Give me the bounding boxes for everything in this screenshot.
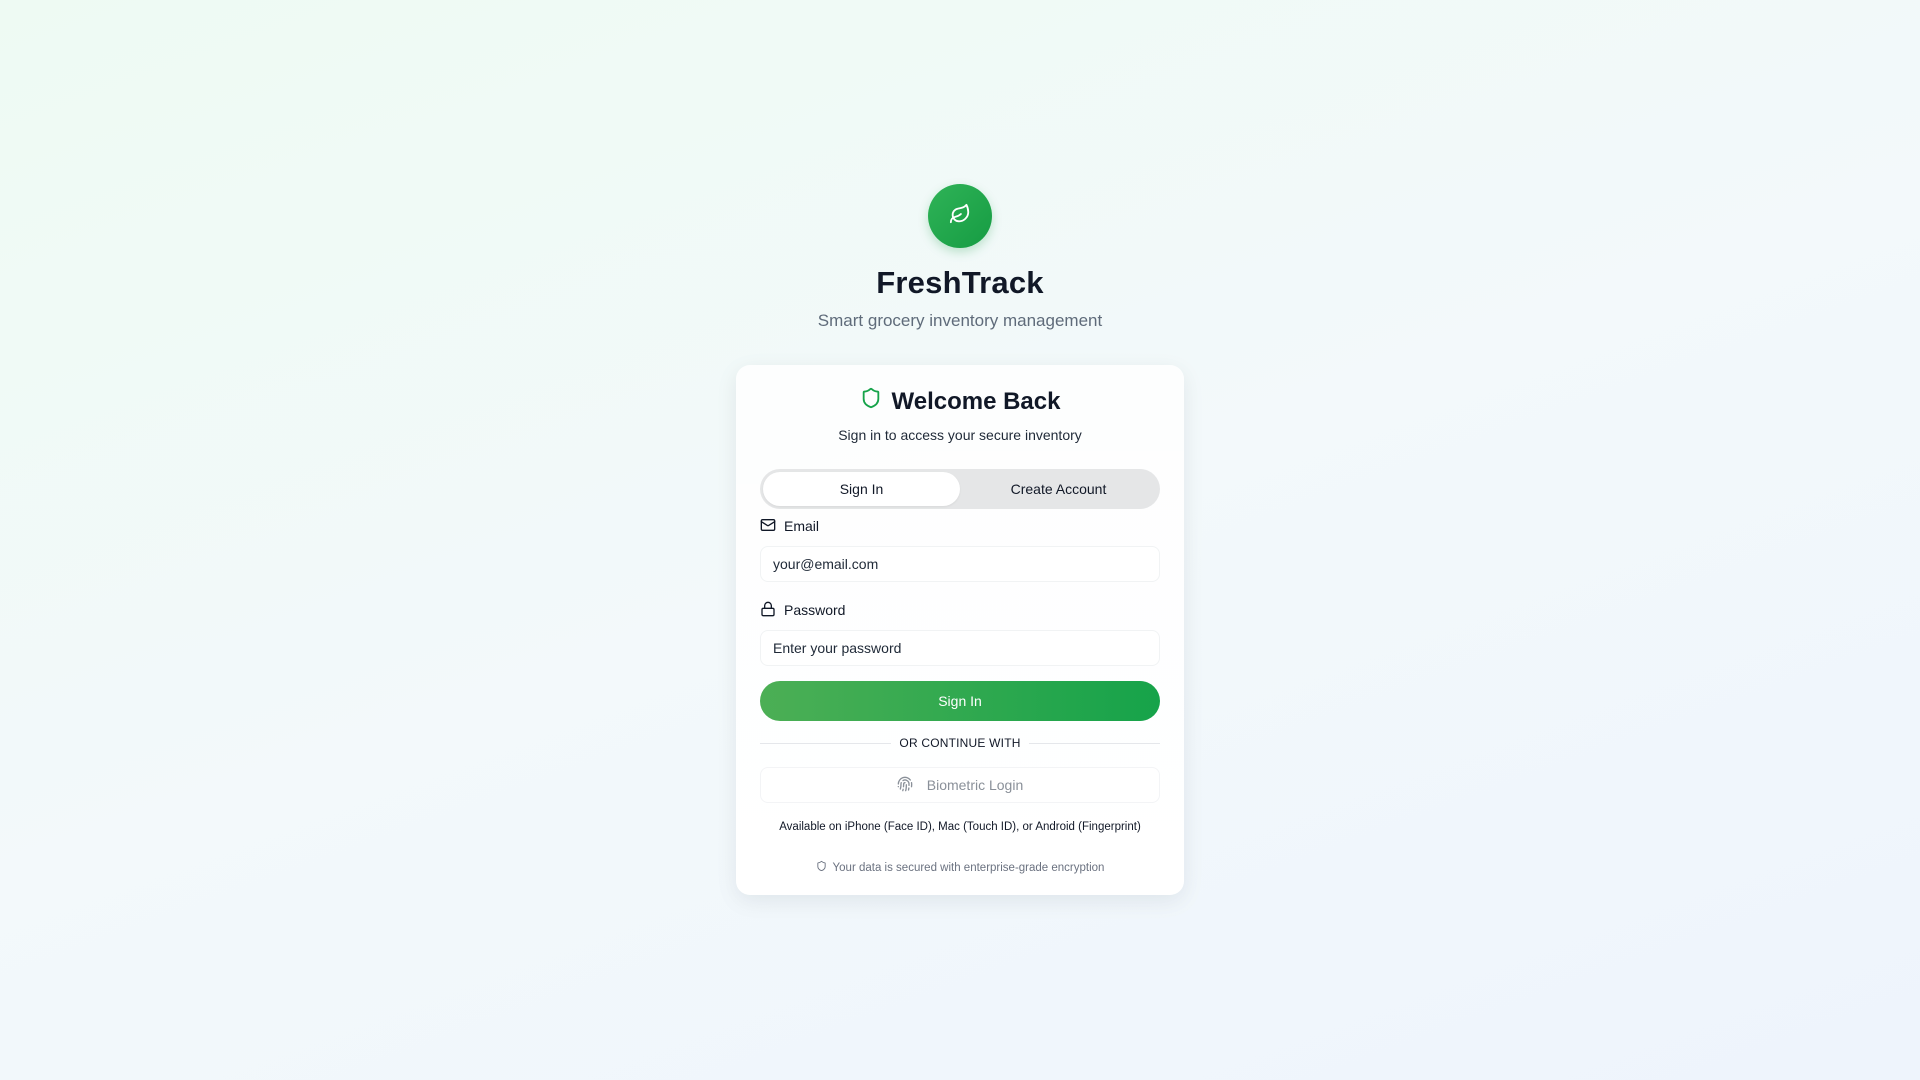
- biometric-login-label: Biometric Login: [926, 777, 1024, 793]
- mail-icon: [760, 517, 776, 536]
- card-title-text: Welcome Back: [891, 387, 1061, 415]
- app-logo: [928, 184, 992, 248]
- divider-text: OR CONTINUE WITH: [899, 736, 1021, 750]
- shield-icon: [816, 860, 827, 876]
- biometric-login-button[interactable]: Biometric Login: [760, 767, 1160, 803]
- divider-line: [760, 742, 892, 744]
- fingerprint-icon: [897, 776, 913, 795]
- tab-create-account[interactable]: Create Account: [960, 472, 1157, 506]
- tab-sign-in[interactable]: Sign In: [763, 472, 960, 506]
- leaf-icon: [949, 203, 971, 230]
- auth-tabs: Sign In Create Account: [760, 469, 1160, 509]
- email-label: Email: [760, 517, 1160, 535]
- password-field[interactable]: [760, 630, 1160, 666]
- divider-line: [1028, 742, 1161, 744]
- password-label: Password: [760, 601, 1160, 619]
- sign-in-button[interactable]: Sign In: [760, 681, 1160, 721]
- email-field[interactable]: [760, 546, 1160, 582]
- brand-header: FreshTrack Smart grocery inventory manag…: [0, 184, 1920, 331]
- security-note: Your data is secured with enterprise-gra…: [760, 860, 1160, 876]
- lock-icon: [760, 601, 776, 620]
- email-label-text: Email: [784, 518, 820, 534]
- card-subtitle: Sign in to access your secure inventory: [838, 427, 1082, 443]
- shield-icon: [860, 386, 882, 417]
- login-card: Welcome Back Sign in to access your secu…: [736, 365, 1184, 895]
- app-tagline: Smart grocery inventory management: [817, 311, 1103, 330]
- card-header: Welcome Back Sign in to access your secu…: [760, 365, 1160, 444]
- biometric-availability-note: Available on iPhone (Face ID), Mac (Touc…: [779, 821, 1141, 833]
- divider: OR CONTINUE WITH: [760, 736, 1161, 750]
- password-label-text: Password: [784, 602, 846, 618]
- security-note-text: Your data is secured with enterprise-gra…: [832, 862, 1105, 874]
- card-title: Welcome Back: [860, 386, 1061, 417]
- app-title: FreshTrack: [876, 265, 1044, 300]
